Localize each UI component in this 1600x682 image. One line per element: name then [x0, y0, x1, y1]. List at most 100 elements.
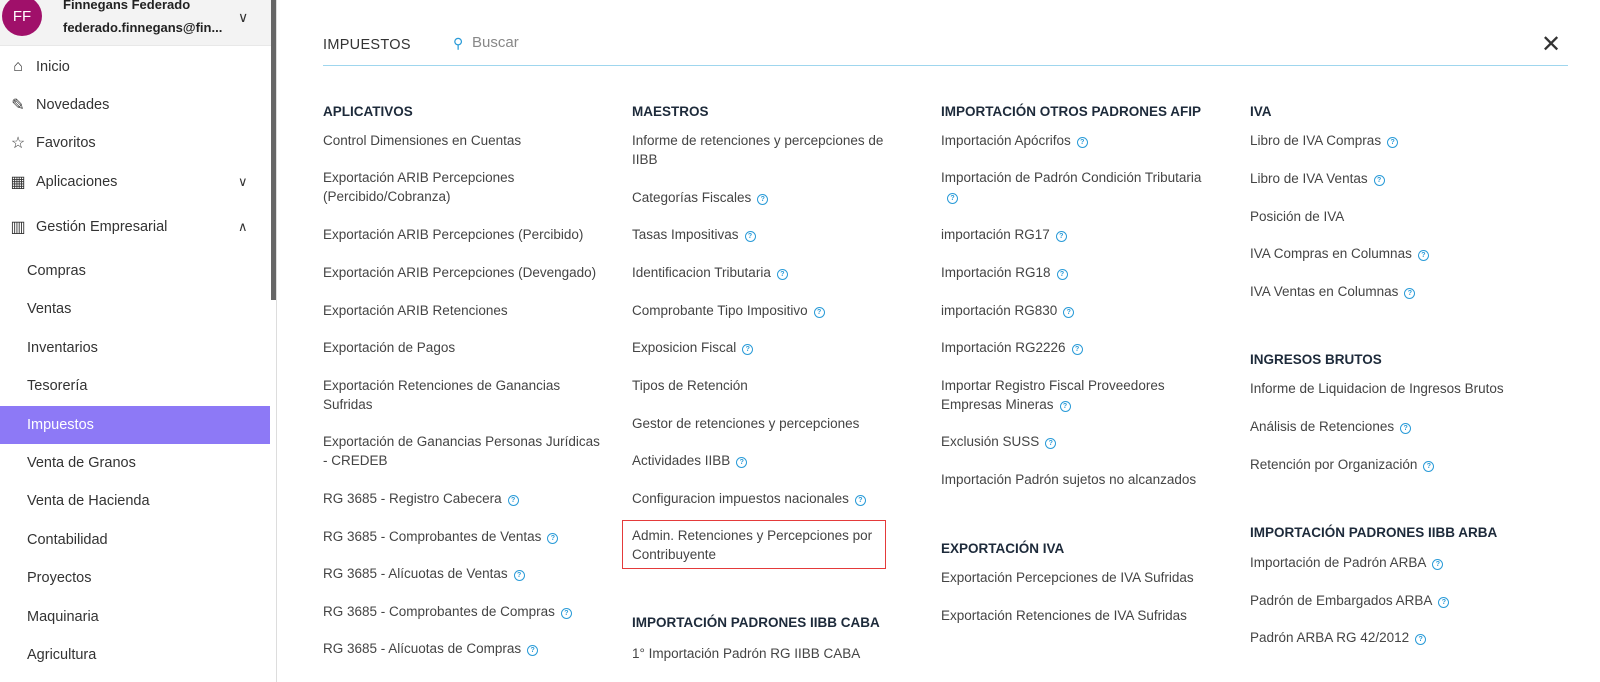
- menu-item-importacion-rg2226[interactable]: Importación RG2226?: [941, 338, 1216, 357]
- sidebar-item-inventarios[interactable]: Inventarios: [0, 329, 270, 367]
- menu-item-actividades-iibb[interactable]: Actividades IIBB?: [632, 451, 897, 470]
- help-icon[interactable]: ?: [1432, 559, 1444, 570]
- help-icon[interactable]: ?: [742, 344, 754, 355]
- menu-item-exportacion-arib-percepciones-devengado[interactable]: Exportación ARIB Percepciones (Devengado…: [323, 263, 603, 282]
- menu-item-1-importacion-padron-rg-iibb-caba[interactable]: 1° Importación Padrón RG IIBB CABA: [632, 644, 897, 663]
- chevron-down-icon[interactable]: ∨: [238, 9, 248, 26]
- sidebar-item-favoritos[interactable]: ☆ Favoritos: [0, 124, 270, 162]
- menu-item-exportacion-de-pagos[interactable]: Exportación de Pagos: [323, 338, 603, 357]
- menu-item-control-dimensiones-en-cuentas[interactable]: Control Dimensiones en Cuentas: [323, 131, 603, 150]
- menu-item-importacion-de-padron-condicion-tributaria[interactable]: Importación de Padrón Condición Tributar…: [941, 168, 1216, 206]
- menu-item-retencion-por-organizacion[interactable]: Retención por Organización?: [1250, 455, 1550, 474]
- menu-item-categorias-fiscales[interactable]: Categorías Fiscales?: [632, 188, 897, 207]
- search-input[interactable]: [472, 34, 772, 51]
- section-title: INGRESOS BRUTOS: [1250, 352, 1382, 367]
- menu-item-rg-3685-alicuotas-de-compras[interactable]: RG 3685 - Alícuotas de Compras?: [323, 639, 603, 658]
- sidebar-item-impuestos[interactable]: Impuestos: [0, 405, 270, 444]
- sidebar-item-venta-de-granos[interactable]: Venta de Granos: [0, 444, 270, 482]
- menu-item-informe-de-retenciones-y-percepciones-de-iibb[interactable]: Informe de retenciones y percepciones de…: [632, 131, 897, 169]
- sidebar-item-venta-de-hacienda[interactable]: Venta de Hacienda: [0, 482, 270, 520]
- menu-item-exportacion-de-ganancias-personas-juridicas-credeb[interactable]: Exportación de Ganancias Personas Jurídi…: [323, 432, 603, 470]
- menu-item-importacion-rg17[interactable]: importación RG17?: [941, 225, 1216, 244]
- help-icon[interactable]: ?: [813, 307, 825, 318]
- menu-item-padron-arba-rg-42-2012[interactable]: Padrón ARBA RG 42/2012?: [1250, 628, 1550, 647]
- menu-item-exportacion-arib-percepciones-percibido[interactable]: Exportación ARIB Percepciones (Percibido…: [323, 225, 603, 244]
- menu-item-informe-de-liquidacion-de-ingresos-brutos[interactable]: Informe de Liquidacion de Ingresos Bruto…: [1250, 379, 1550, 398]
- menu-item-exportacion-percepciones-de-iva-sufridas[interactable]: Exportación Percepciones de IVA Sufridas: [941, 568, 1216, 587]
- help-icon[interactable]: ?: [1055, 231, 1067, 242]
- help-icon[interactable]: ?: [1415, 634, 1427, 645]
- menu-item-exposicion-fiscal[interactable]: Exposicion Fiscal?: [632, 338, 897, 357]
- sidebar-item-tesoreria[interactable]: Tesorería: [0, 367, 270, 405]
- sidebar-item-contabilidad[interactable]: Contabilidad: [0, 521, 270, 559]
- menu-item-iva-compras-en-columnas[interactable]: IVA Compras en Columnas?: [1250, 244, 1550, 263]
- chevron-down-icon[interactable]: ∨: [238, 174, 248, 190]
- menu-item-padron-de-embargados-arba[interactable]: Padrón de Embargados ARBA?: [1250, 591, 1550, 610]
- menu-item-posicion-de-iva[interactable]: Posición de IVA: [1250, 207, 1550, 226]
- menu-item-importacion-padron-sujetos-no-alcanzados[interactable]: Importación Padrón sujetos no alcanzados: [941, 470, 1216, 489]
- help-icon[interactable]: ?: [507, 495, 519, 506]
- sidebar-item-aplicaciones[interactable]: ▦ Aplicaciones ∨: [0, 163, 270, 201]
- help-icon[interactable]: ?: [757, 194, 769, 205]
- menu-item-importacion-rg830[interactable]: importación RG830?: [941, 301, 1216, 320]
- help-icon[interactable]: ?: [776, 269, 788, 280]
- help-icon[interactable]: ?: [1059, 401, 1071, 412]
- menu-item-importacion-de-padron-arba[interactable]: Importación de Padrón ARBA?: [1250, 553, 1550, 572]
- sidebar-item-inicio[interactable]: ⌂ Inicio: [0, 48, 270, 86]
- help-icon[interactable]: ?: [1071, 344, 1083, 355]
- help-icon[interactable]: ?: [547, 533, 559, 544]
- sidebar-item-compras[interactable]: Compras: [0, 252, 270, 290]
- menu-item-rg-3685-alicuotas-de-ventas[interactable]: RG 3685 - Alícuotas de Ventas?: [323, 564, 603, 583]
- sidebar-item-novedades[interactable]: ✎ Novedades: [0, 86, 270, 124]
- menu-item-libro-de-iva-ventas[interactable]: Libro de IVA Ventas?: [1250, 169, 1550, 188]
- help-icon[interactable]: ?: [736, 457, 748, 468]
- menu-item-exportacion-retenciones-de-iva-sufridas[interactable]: Exportación Retenciones de IVA Sufridas: [941, 606, 1216, 625]
- help-icon[interactable]: ?: [744, 231, 756, 242]
- menu-item-configuracion-impuestos-nacionales[interactable]: Configuracion impuestos nacionales?: [632, 489, 897, 508]
- menu-item-identificacion-tributaria[interactable]: Identificacion Tributaria?: [632, 263, 897, 282]
- menu-item-exportacion-retenciones-de-ganancias-sufridas[interactable]: Exportación Retenciones de Ganancias Suf…: [323, 376, 603, 414]
- help-icon[interactable]: ?: [1404, 288, 1416, 299]
- help-icon[interactable]: ?: [1387, 137, 1399, 148]
- help-icon[interactable]: ?: [1373, 175, 1385, 186]
- help-icon[interactable]: ?: [1438, 597, 1450, 608]
- sidebar-scrollbar[interactable]: [271, 0, 276, 300]
- menu-item-exportacion-arib-percepciones-percibido-cobranza[interactable]: Exportación ARIB Percepciones (Percibido…: [323, 168, 603, 206]
- close-button[interactable]: ✕: [1541, 33, 1561, 57]
- help-icon[interactable]: ?: [1056, 269, 1068, 280]
- menu-item-importar-registro-fiscal-proveedores-empresas-mineras[interactable]: Importar Registro Fiscal Proveedores Emp…: [941, 376, 1216, 414]
- menu-item-comprobante-tipo-impositivo[interactable]: Comprobante Tipo Impositivo?: [632, 301, 897, 320]
- help-icon[interactable]: ?: [527, 645, 539, 656]
- help-icon[interactable]: ?: [947, 193, 958, 204]
- menu-item-analisis-de-retenciones[interactable]: Análisis de Retenciones?: [1250, 417, 1550, 436]
- menu-item-tipos-de-retencion[interactable]: Tipos de Retención: [632, 376, 897, 395]
- menu-item-exportacion-arib-retenciones[interactable]: Exportación ARIB Retenciones: [323, 301, 603, 320]
- menu-item-label: Exportación ARIB Percepciones (Devengado…: [323, 265, 597, 280]
- menu-item-rg-3685-comprobantes-de-ventas[interactable]: RG 3685 - Comprobantes de Ventas?: [323, 527, 603, 546]
- menu-item-iva-ventas-en-columnas[interactable]: IVA Ventas en Columnas?: [1250, 282, 1550, 301]
- help-icon[interactable]: ?: [854, 495, 866, 506]
- sidebar-item-ventas[interactable]: Ventas: [0, 290, 270, 328]
- menu-item-gestor-de-retenciones-y-percepciones[interactable]: Gestor de retenciones y percepciones: [632, 414, 897, 433]
- help-icon[interactable]: ?: [513, 570, 525, 581]
- menu-item-tasas-impositivas[interactable]: Tasas Impositivas?: [632, 225, 897, 244]
- sidebar-item-maquinaria[interactable]: Maquinaria: [0, 598, 270, 636]
- menu-item-importacion-rg18[interactable]: Importación RG18?: [941, 263, 1216, 282]
- help-icon[interactable]: ?: [1063, 307, 1075, 318]
- sidebar-item-proyectos[interactable]: Proyectos: [0, 559, 270, 597]
- menu-item-rg-3685-comprobantes-de-compras[interactable]: RG 3685 - Comprobantes de Compras?: [323, 602, 603, 621]
- sidebar-item-agricultura[interactable]: Agricultura: [0, 636, 270, 674]
- help-icon[interactable]: ?: [1076, 137, 1088, 148]
- help-icon[interactable]: ?: [1423, 461, 1435, 472]
- chevron-up-icon[interactable]: ∧: [238, 219, 248, 235]
- menu-item-rg-3685-registro-cabecera[interactable]: RG 3685 - Registro Cabecera?: [323, 489, 603, 508]
- help-icon[interactable]: ?: [1400, 423, 1412, 434]
- menu-item-exclusion-suss[interactable]: Exclusión SUSS?: [941, 432, 1216, 451]
- menu-item-libro-de-iva-compras[interactable]: Libro de IVA Compras?: [1250, 131, 1550, 150]
- sidebar-item-gestion-empresarial[interactable]: ▥ Gestión Empresarial ∧: [0, 208, 270, 246]
- help-icon[interactable]: ?: [560, 608, 572, 619]
- user-profile[interactable]: FF Finnegans Federado federado.finnegans…: [0, 0, 276, 46]
- menu-item-importacion-apocrifos[interactable]: Importación Apócrifos?: [941, 131, 1216, 150]
- help-icon[interactable]: ?: [1417, 250, 1429, 261]
- help-icon[interactable]: ?: [1045, 438, 1057, 449]
